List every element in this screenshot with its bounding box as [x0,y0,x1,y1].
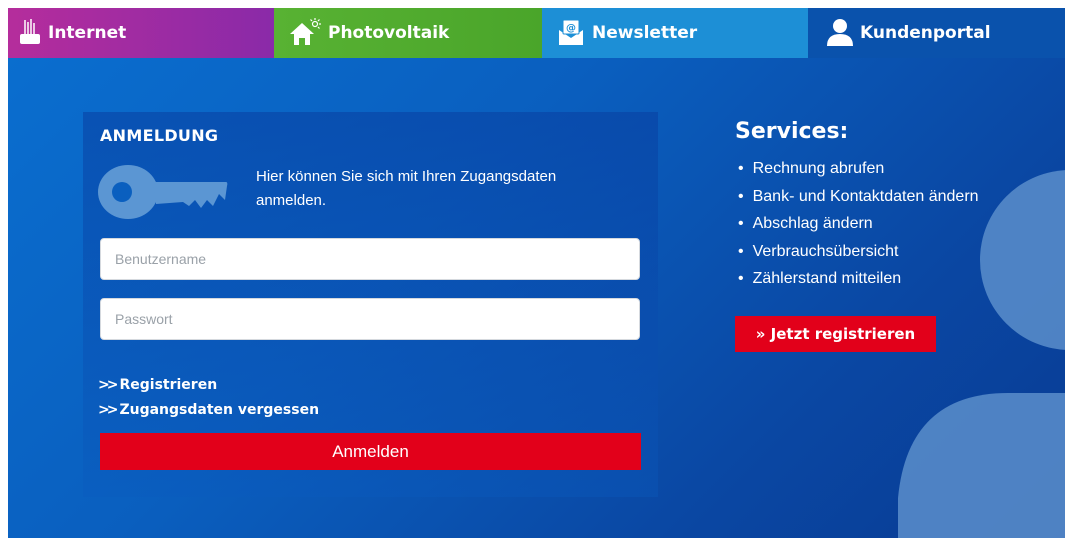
user-icon [827,19,853,46]
fiber-cable-icon [20,19,40,44]
tab-photovoltaik[interactable]: Photovoltaik [274,8,542,58]
services-list-item: Abschlag ändern [738,215,979,243]
login-button[interactable]: Anmelden [100,433,641,470]
double-chevron-right-icon: >> [98,377,119,393]
services-list-item: Zählerstand mitteilen [738,270,979,298]
tab-internet-label: Internet [48,23,127,43]
tab-photovoltaik-label: Photovoltaik [328,23,450,43]
forgot-credentials-link[interactable]: >> Zugangsdaten vergessen [98,402,319,418]
password-input[interactable] [100,298,640,340]
key-icon [98,165,228,219]
services-list-item: Bank- und Kontaktdaten ändern [738,188,979,216]
house-sun-icon [290,18,321,45]
page-frame: Internet Photovoltaik @ Newsletter Kunde… [8,8,1065,538]
tab-newsletter-label: Newsletter [592,23,698,43]
login-intro-text: Hier können Sie sich mit Ihren Zugangsda… [256,168,557,209]
double-chevron-right-icon: >> [98,402,119,418]
login-title: ANMELDUNG [100,126,219,145]
tab-kundenportal[interactable]: Kundenportal [808,8,1065,58]
svg-text:@: @ [566,23,576,34]
tab-kundenportal-label: Kundenportal [860,23,991,43]
top-navigation: Internet Photovoltaik @ Newsletter Kunde… [8,8,1065,58]
register-link-label: Registrieren [119,377,218,393]
services-list-item: Verbrauchsübersicht [738,243,979,271]
tab-internet[interactable]: Internet [8,8,274,58]
services-list-item: Rechnung abrufen [738,160,979,188]
envelope-at-icon: @ [559,19,583,45]
username-input[interactable] [100,238,640,280]
tab-newsletter[interactable]: @ Newsletter [542,8,808,58]
register-link[interactable]: >> Registrieren [98,377,217,393]
services-title: Services: [735,119,849,144]
forgot-credentials-link-label: Zugangsdaten vergessen [119,402,320,418]
login-panel: ANMELDUNG Hier können Sie sich mit Ihren… [83,112,658,497]
services-list: Rechnung abrufen Bank- und Kontaktdaten … [738,160,979,298]
register-now-button[interactable]: » Jetzt registrieren [735,316,936,352]
